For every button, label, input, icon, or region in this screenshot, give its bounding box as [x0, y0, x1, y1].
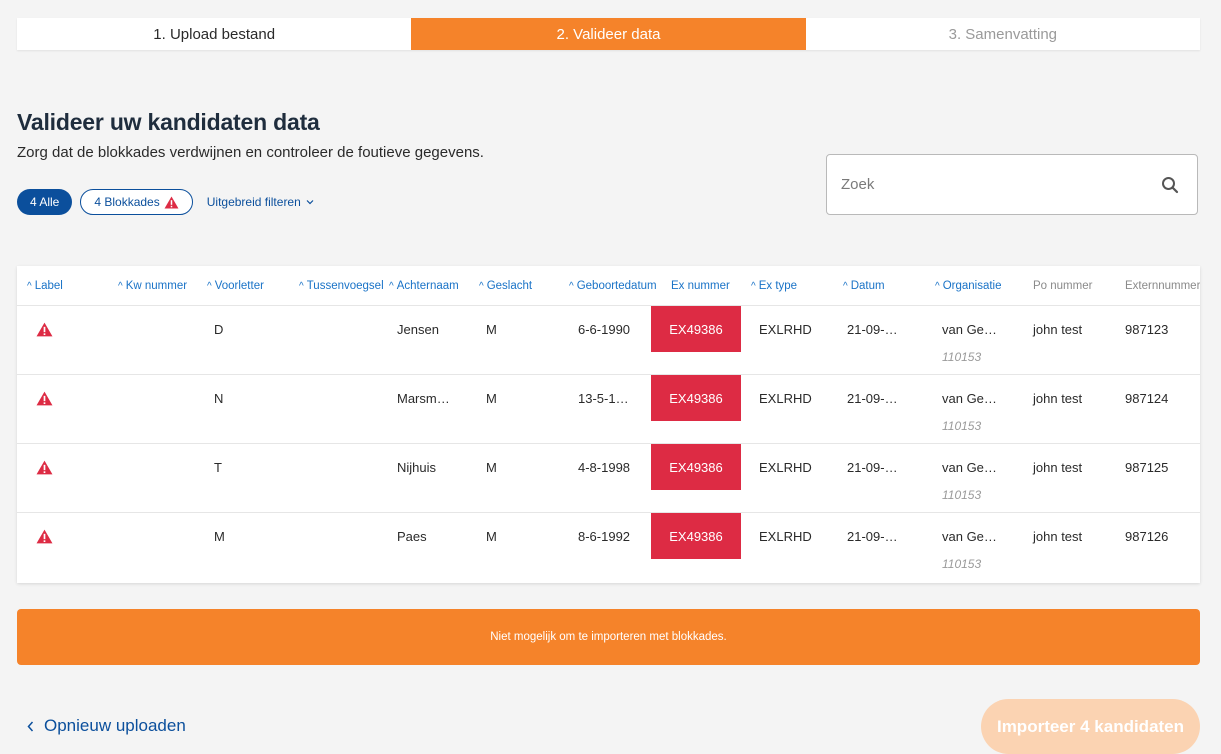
cell-geboortedatum: 6-6-1990: [578, 321, 631, 337]
column-header-ex-nummer: Ex nummer: [671, 280, 730, 292]
column-header-datum[interactable]: ^ Datum: [843, 266, 885, 306]
cell-organisatie-id: 110153: [942, 350, 982, 364]
cell-ex-nummer-error[interactable]: EX49386: [651, 306, 741, 352]
cell-geslacht: M: [486, 321, 497, 337]
reupload-label: Opnieuw uploaden: [44, 716, 186, 735]
cell-achternaam: Marsm…: [397, 390, 450, 406]
column-header-externnummer: Externnummer: [1125, 280, 1200, 292]
cell-ex-nummer-error[interactable]: EX49386: [651, 444, 741, 490]
chevron-down-icon: [306, 200, 314, 205]
banner-message: Niet mogelijk om te importeren met blokk…: [490, 631, 727, 643]
column-header-geslacht[interactable]: ^ Geslacht: [479, 266, 532, 306]
page-subtitle: Zorg dat de blokkades verdwijnen en cont…: [17, 144, 484, 161]
filter-all-button[interactable]: 4 Alle: [17, 189, 73, 215]
cell-organisatie-id: 110153: [942, 419, 982, 433]
warning-icon: [164, 195, 179, 209]
cell-voorletter: M: [214, 528, 225, 544]
cell-voorletter: T: [214, 459, 222, 475]
search-input[interactable]: [841, 176, 1161, 193]
cell-organisatie: van Ge…: [942, 321, 997, 337]
cell-geboortedatum: 8-6-1992: [578, 528, 631, 544]
cell-datum: 21-09-…: [847, 390, 898, 406]
advanced-filter-label: Uitgebreid filteren: [206, 195, 301, 209]
cell-ex-nummer-error[interactable]: EX49386: [651, 513, 741, 559]
cell-achternaam: Jensen: [397, 321, 439, 337]
table-row[interactable]: T Nijhuis M 4-8-1998 EX49386 EXLRHD 21-0…: [17, 444, 1200, 513]
candidates-table: ^ Label ^ Kw nummer ^ Voorletter ^ Tussenvoe…: [17, 266, 1200, 583]
cell-po-nummer: john test: [1033, 321, 1083, 337]
table-row[interactable]: N Marsm… M 13-5-1… EX49386 EXLRHD 21-09-…: [17, 375, 1200, 444]
warning-icon: [36, 529, 53, 544]
cell-organisatie: van Ge…: [942, 459, 997, 475]
filter-all-label: 4 Alle: [30, 195, 60, 209]
table-header: ^ Label ^ Kw nummer ^ Voorletter ^ Tussenvoe…: [17, 266, 1200, 306]
cell-geslacht: M: [486, 459, 497, 475]
cell-organisatie-id: 110153: [942, 488, 982, 502]
cell-voorletter: D: [214, 321, 224, 337]
warning-icon: [36, 460, 53, 475]
step-summary: 3. Samenvatting: [806, 18, 1200, 50]
column-header-geboortedatum[interactable]: ^ Geboortedatum: [569, 266, 657, 306]
table-row[interactable]: D Jensen M 6-6-1990 EX49386 EXLRHD 21-09…: [17, 306, 1200, 375]
cell-datum: 21-09-…: [847, 459, 898, 475]
column-header-kw-nummer[interactable]: ^ Kw nummer: [118, 266, 187, 306]
step-validate-label: 2. Valideer data: [556, 25, 661, 43]
cell-geslacht: M: [486, 390, 497, 406]
cell-voorletter: N: [214, 390, 224, 406]
cell-geslacht: M: [486, 528, 497, 544]
cell-ex-type: EXLRHD: [759, 390, 812, 406]
import-button[interactable]: Importeer 4 kandidaten: [981, 699, 1200, 754]
column-header-po-nummer: Po nummer: [1033, 280, 1093, 292]
warning-icon: [36, 322, 53, 337]
column-header-achternaam[interactable]: ^ Achternaam: [389, 266, 459, 306]
cell-externnummer: 987126: [1125, 528, 1169, 544]
cell-geboortedatum: 13-5-1…: [578, 390, 629, 406]
search-box: [826, 154, 1198, 215]
cell-achternaam: Nijhuis: [397, 459, 437, 475]
page-title: Valideer uw kandidaten data: [17, 109, 320, 135]
step-upload-label: 1. Upload bestand: [153, 25, 276, 43]
cell-geboortedatum: 4-8-1998: [578, 459, 631, 475]
column-header-voorletter[interactable]: ^ Voorletter: [207, 266, 264, 306]
cell-po-nummer: john test: [1033, 459, 1083, 475]
search-icon[interactable]: [1161, 176, 1179, 194]
cell-ex-type: EXLRHD: [759, 459, 812, 475]
chevron-left-icon: [27, 721, 34, 731]
step-summary-label: 3. Samenvatting: [948, 25, 1058, 43]
blocking-warning-banner: Niet mogelijk om te importeren met blokk…: [17, 609, 1200, 665]
cell-ex-type: EXLRHD: [759, 321, 812, 337]
table-row[interactable]: M Paes M 8-6-1992 EX49386 EXLRHD 21-09-……: [17, 513, 1200, 582]
filter-blokkades-label: 4 Blokkades: [94, 195, 160, 209]
cell-achternaam: Paes: [397, 528, 427, 544]
step-validate[interactable]: 2. Valideer data: [411, 18, 806, 50]
cell-po-nummer: john test: [1033, 528, 1083, 544]
column-header-ex-type[interactable]: ^ Ex type: [751, 266, 797, 306]
cell-po-nummer: john test: [1033, 390, 1083, 406]
column-header-tussenvoegsel[interactable]: ^ Tussenvoegsel: [299, 266, 384, 306]
cell-datum: 21-09-…: [847, 528, 898, 544]
cell-externnummer: 987124: [1125, 390, 1169, 406]
column-header-organisatie[interactable]: ^ Organisatie: [935, 266, 1002, 306]
filter-bar: 4 Alle 4 Blokkades Uitgebreid filteren: [17, 189, 314, 215]
warning-icon: [36, 391, 53, 406]
cell-organisatie: van Ge…: [942, 528, 997, 544]
cell-externnummer: 987123: [1125, 321, 1169, 337]
step-upload[interactable]: 1. Upload bestand: [17, 18, 411, 50]
cell-ex-type: EXLRHD: [759, 528, 812, 544]
cell-ex-nummer-error[interactable]: EX49386: [651, 375, 741, 421]
cell-datum: 21-09-…: [847, 321, 898, 337]
column-header-label[interactable]: ^ Label: [27, 266, 63, 306]
cell-externnummer: 987125: [1125, 459, 1169, 475]
filter-blokkades-button[interactable]: 4 Blokkades: [80, 189, 193, 215]
cell-organisatie: van Ge…: [942, 390, 997, 406]
advanced-filter-toggle[interactable]: Uitgebreid filteren: [207, 195, 314, 209]
cell-organisatie-id: 110153: [942, 557, 982, 571]
reupload-link[interactable]: Opnieuw uploaden: [27, 716, 186, 736]
stepper: 1. Upload bestand 2. Valideer data 3. Sa…: [17, 18, 1200, 50]
